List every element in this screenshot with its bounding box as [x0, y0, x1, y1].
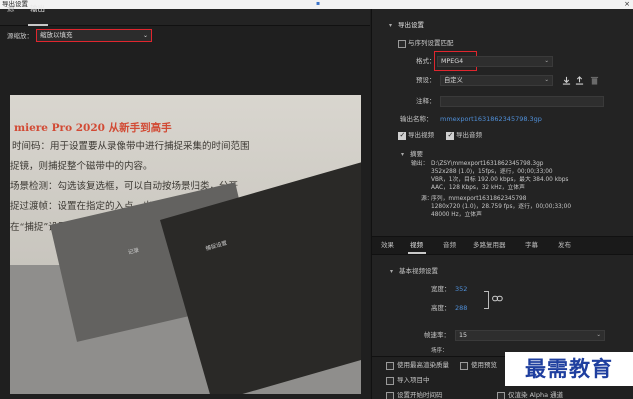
width-label: 宽度： — [431, 285, 451, 293]
collapse-arrow-icon[interactable]: ▾ — [390, 268, 393, 275]
height-value[interactable]: 288 — [455, 304, 467, 313]
summary-output-line: 352x288 (1.0)，15fps，逐行，00;00;33;00 — [431, 169, 553, 175]
tab-video[interactable]: 视频 — [410, 241, 423, 250]
tab-output[interactable]: 输出 — [30, 3, 45, 14]
tab-multiplexer[interactable]: 多路复用器 — [473, 241, 506, 250]
export-settings-heading: 导出设置 — [398, 21, 424, 29]
summary-source-line: 48000 Hz，立体声 — [431, 212, 482, 218]
preset-select[interactable]: 自定义 ⌄ — [440, 75, 553, 86]
tab-captions[interactable]: 字幕 — [525, 241, 538, 250]
start-timecode-checkbox[interactable] — [386, 392, 394, 399]
use-preview-checkbox[interactable] — [460, 362, 468, 370]
import-project-label: 导入项目中 — [397, 376, 430, 384]
format-value: MPEG4 — [441, 58, 464, 65]
video-preview: miere Pro 2020 从新手到高手 时间码：用于设置要从录像带中进行捕捉… — [10, 95, 361, 394]
max-render-quality-label: 使用最高渲染质量 — [397, 361, 449, 369]
preset-label: 预设： — [416, 76, 436, 84]
aspect-bracket — [484, 291, 489, 309]
field-order-label: 场序： — [431, 348, 448, 354]
frame-rate-label: 帧速率： — [424, 331, 450, 339]
brand-watermark: 最需教育 — [505, 352, 633, 386]
output-name-link[interactable]: mmexport1631862345798.3gp — [440, 115, 542, 124]
collapse-arrow-icon[interactable]: ▾ — [389, 22, 392, 29]
match-sequence-checkbox[interactable] — [398, 40, 406, 48]
close-icon[interactable]: × — [624, 0, 630, 9]
summary-output-line: AAC，128 Kbps，32 kHz，立体声 — [431, 185, 525, 191]
preview-screen-text: 记录 — [127, 247, 140, 257]
chevron-down-icon: ⌄ — [544, 77, 549, 83]
format-select[interactable]: MPEG4 ⌄ — [437, 56, 553, 67]
tab-source[interactable]: 源 — [7, 3, 15, 14]
summary-output-label: 输出： — [411, 161, 429, 167]
summary-output-line: D:\ZSY\mmexport1631862345798.3gp — [431, 161, 544, 167]
summary-source-line: 1280x720 (1.0)，28.759 fps，逐行，00;00;33;00 — [431, 204, 572, 210]
basic-video-heading: 基本视频设置 — [399, 267, 438, 275]
width-value[interactable]: 352 — [455, 285, 467, 294]
tab-audio[interactable]: 音频 — [443, 241, 456, 250]
export-video-checkbox[interactable] — [398, 131, 406, 140]
summary-source-line: 序列，mmexport1631862345798 — [431, 196, 527, 202]
export-audio-label: 导出音频 — [456, 131, 482, 139]
comment-label: 注释： — [416, 97, 436, 105]
link-aspect-icon[interactable] — [492, 295, 503, 302]
source-scale-select[interactable]: 缩放以填充 ⌄ — [36, 29, 152, 42]
summary-heading: 摘要 — [410, 150, 423, 158]
import-project-checkbox[interactable] — [386, 377, 394, 385]
left-tab-bar — [0, 9, 370, 26]
frame-rate-value: 15 — [459, 332, 468, 339]
active-subtab-indicator — [408, 252, 426, 254]
comment-input[interactable] — [440, 96, 604, 107]
export-audio-checkbox[interactable] — [446, 131, 454, 140]
chevron-down-icon: ⌄ — [544, 58, 549, 64]
chevron-down-icon: ⌄ — [142, 32, 148, 39]
window-title: 导出设置 — [2, 0, 28, 8]
preset-value: 自定义 — [444, 77, 463, 84]
match-sequence-label: 与序列设置匹配 — [408, 39, 454, 47]
height-label: 高度： — [431, 304, 451, 312]
preview-line: 捉镜，则捕捉整个磁带中的内容。 — [10, 161, 153, 172]
alpha-only-checkbox[interactable] — [497, 392, 505, 399]
use-preview-label: 使用预览 — [471, 361, 497, 369]
tab-publish[interactable]: 发布 — [558, 241, 571, 250]
export-video-label: 导出视频 — [408, 131, 434, 139]
active-tab-indicator — [28, 24, 48, 26]
source-scale-label: 源缩放： — [7, 32, 33, 40]
preview-screen-text: 捕捉设置 — [205, 240, 228, 253]
source-scale-value: 缩放以填充 — [40, 31, 73, 39]
format-label: 格式： — [416, 57, 436, 65]
preview-line: 时间码：用于设置要从录像带中进行捕捉采集的时间范围 — [12, 141, 250, 152]
start-timecode-label: 设置开始时间码 — [397, 391, 443, 399]
window-center-marker-icon: ▪ — [316, 0, 321, 7]
save-preset-icon[interactable] — [562, 76, 571, 85]
output-name-label: 输出名称： — [400, 115, 433, 123]
alpha-only-label: 仅渲染 Alpha 通道 — [508, 391, 564, 399]
summary-output-line: VBR，1次，目标 192.00 kbps，最大 384.00 kbps — [431, 177, 569, 183]
max-render-quality-checkbox[interactable] — [386, 362, 394, 370]
frame-rate-select[interactable]: 15 ⌄ — [455, 330, 605, 341]
preview-heading: miere Pro 2020 从新手到高手 — [14, 122, 172, 134]
tab-effects[interactable]: 效果 — [381, 241, 394, 250]
watermark-text: 最需教育 — [525, 356, 613, 381]
collapse-arrow-icon[interactable]: ▾ — [401, 151, 404, 158]
chevron-down-icon: ⌄ — [596, 332, 601, 338]
delete-preset-icon[interactable] — [590, 76, 599, 85]
import-preset-icon[interactable] — [575, 76, 584, 85]
